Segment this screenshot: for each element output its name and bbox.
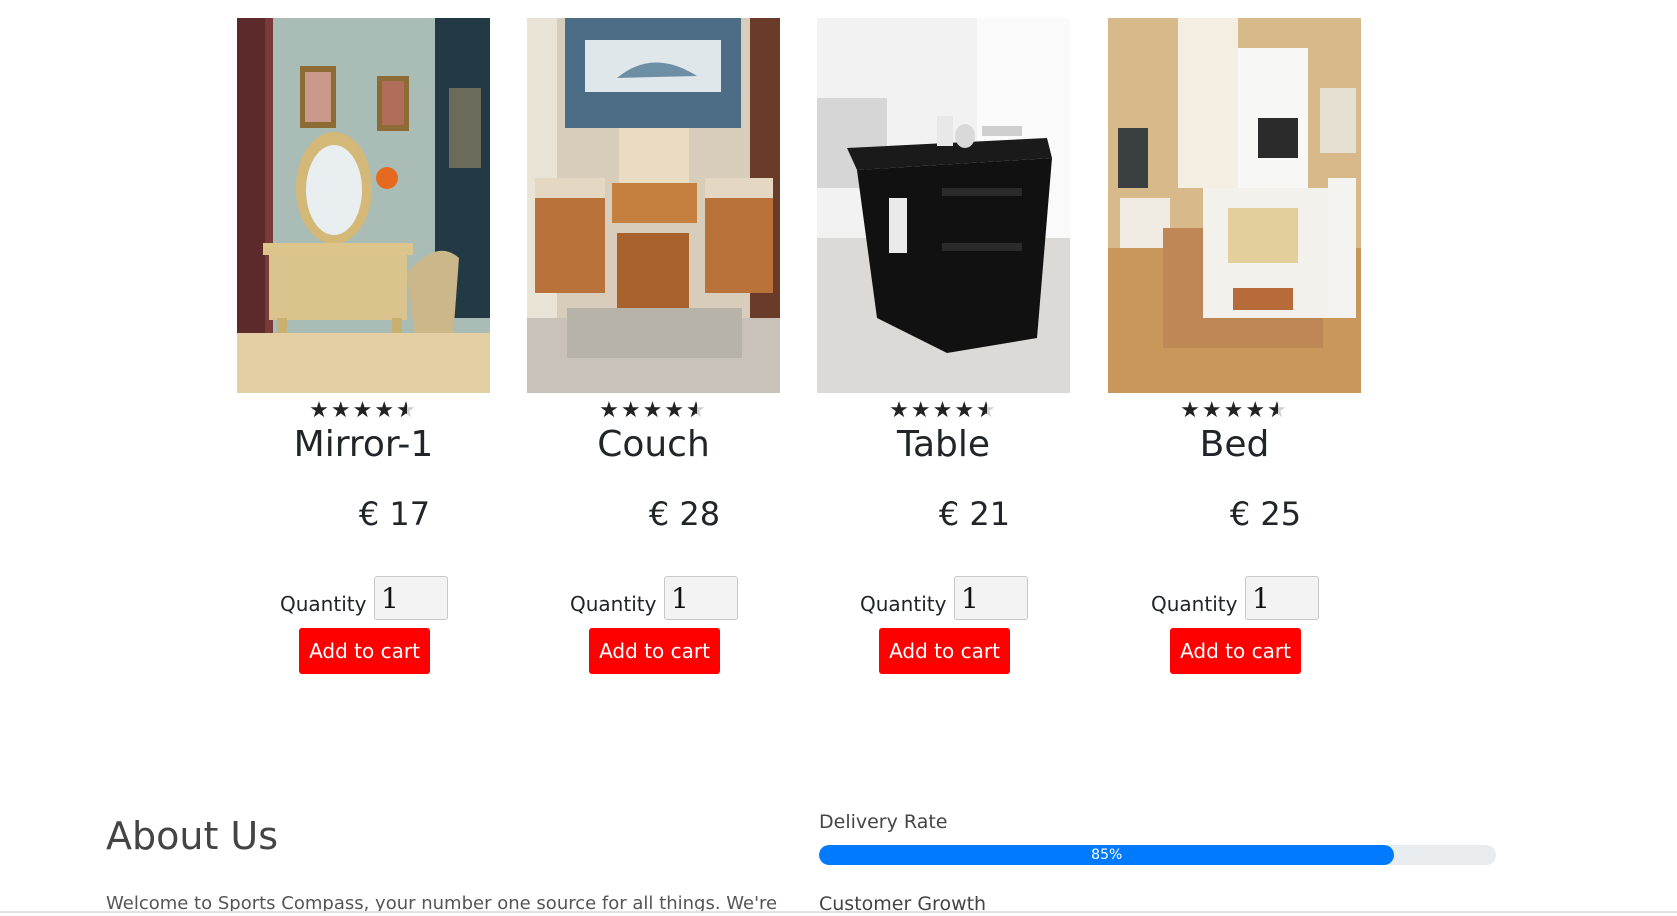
product-image-table[interactable] bbox=[817, 18, 1070, 393]
star-rating: ★★★★★ bbox=[817, 397, 1070, 425]
delivery-rate-progress: 85% bbox=[819, 845, 1496, 865]
quantity-label: Quantity bbox=[860, 592, 947, 616]
star-full-icon: ★ bbox=[932, 398, 955, 423]
add-to-cart-button[interactable]: Add to cart bbox=[589, 628, 720, 674]
quantity-label: Quantity bbox=[280, 592, 367, 616]
star-rating: ★★★★★ bbox=[1108, 397, 1361, 425]
quantity-input[interactable] bbox=[1245, 576, 1319, 620]
star-full-icon: ★ bbox=[1223, 398, 1246, 423]
about-section: About Us Welcome to Sports Compass, your… bbox=[0, 790, 1677, 915]
product-image-bed[interactable] bbox=[1108, 18, 1361, 393]
star-half-icon: ★ bbox=[686, 397, 708, 425]
product-price: € 25 bbox=[1229, 495, 1302, 533]
quantity-row: Quantity bbox=[527, 576, 780, 620]
star-full-icon: ★ bbox=[664, 398, 687, 423]
quantity-input[interactable] bbox=[374, 576, 448, 620]
product-price: € 17 bbox=[358, 495, 431, 533]
product-name: Table bbox=[896, 424, 991, 465]
product-grid: ★★★★★ Mirror-1 € 17 Quantity Add to cart bbox=[0, 0, 1677, 700]
star-full-icon: ★ bbox=[889, 398, 911, 423]
star-full-icon: ★ bbox=[330, 398, 353, 423]
product-image-mirror[interactable] bbox=[237, 18, 490, 393]
quantity-input[interactable] bbox=[664, 576, 738, 620]
vanity-dresser-mirror-photo bbox=[237, 18, 490, 393]
star-full-icon: ★ bbox=[374, 398, 397, 423]
star-full-icon: ★ bbox=[954, 398, 977, 423]
star-half-icon: ★ bbox=[396, 397, 418, 425]
progress-fill: 85% bbox=[819, 845, 1395, 865]
quantity-row: Quantity bbox=[1108, 576, 1361, 620]
star-rating: ★★★★★ bbox=[527, 397, 780, 425]
bedroom-bed-photo bbox=[1108, 18, 1361, 393]
product-name: Bed bbox=[1199, 424, 1270, 465]
star-full-icon: ★ bbox=[1245, 398, 1268, 423]
add-to-cart-button[interactable]: Add to cart bbox=[879, 628, 1010, 674]
product-name: Couch bbox=[597, 424, 710, 465]
quantity-row: Quantity bbox=[237, 576, 490, 620]
product-price: € 28 bbox=[648, 495, 721, 533]
quantity-input[interactable] bbox=[954, 576, 1028, 620]
about-title: About Us bbox=[106, 814, 279, 858]
product-card-table: ★★★★★ Table € 21 Quantity Add to cart bbox=[817, 18, 1071, 678]
star-full-icon: ★ bbox=[1180, 398, 1202, 423]
product-card-couch: ★★★★★ Couch € 28 Quantity Add to cart bbox=[527, 18, 781, 678]
product-card-bed: ★★★★★ Bed € 25 Quantity Add to cart bbox=[1108, 18, 1362, 678]
product-image-couch[interactable] bbox=[527, 18, 780, 393]
star-full-icon: ★ bbox=[910, 398, 933, 423]
star-full-icon: ★ bbox=[352, 398, 375, 423]
delivery-rate-label: Delivery Rate bbox=[819, 811, 948, 833]
star-full-icon: ★ bbox=[642, 398, 665, 423]
quantity-label: Quantity bbox=[1151, 592, 1238, 616]
add-to-cart-button[interactable]: Add to cart bbox=[1170, 628, 1301, 674]
product-card-mirror: ★★★★★ Mirror-1 € 17 Quantity Add to cart bbox=[237, 18, 491, 678]
star-full-icon: ★ bbox=[599, 398, 621, 423]
star-half-icon: ★ bbox=[976, 397, 998, 425]
add-to-cart-button[interactable]: Add to cart bbox=[299, 628, 430, 674]
black-side-table-photo bbox=[817, 18, 1070, 393]
star-rating: ★★★★★ bbox=[237, 397, 490, 425]
star-full-icon: ★ bbox=[309, 398, 331, 423]
quantity-label: Quantity bbox=[570, 592, 657, 616]
star-half-icon: ★ bbox=[1267, 397, 1289, 425]
star-full-icon: ★ bbox=[1201, 398, 1224, 423]
quantity-row: Quantity bbox=[817, 576, 1070, 620]
product-price: € 21 bbox=[938, 495, 1011, 533]
star-full-icon: ★ bbox=[620, 398, 643, 423]
product-name: Mirror-1 bbox=[293, 424, 434, 465]
wooden-sofa-set-photo bbox=[527, 18, 780, 393]
